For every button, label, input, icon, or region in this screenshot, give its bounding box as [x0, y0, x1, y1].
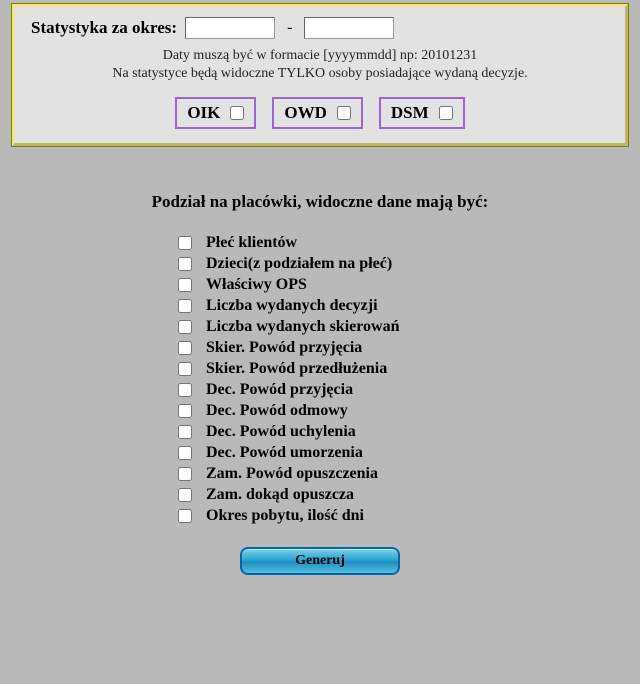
- option-label: Dec. Powód umorzenia: [206, 444, 363, 462]
- option-checkbox[interactable]: [178, 425, 192, 439]
- list-item: Płeć klientów: [178, 234, 640, 252]
- option-checkbox[interactable]: [178, 236, 192, 250]
- list-item: Dec. Powód przyjęcia: [178, 381, 640, 399]
- date-from-input[interactable]: [185, 17, 275, 39]
- generate-wrap: Generuj: [0, 547, 640, 575]
- code-box-dsm[interactable]: DSM: [379, 97, 465, 129]
- list-item: Zam. Powód opuszczenia: [178, 465, 640, 483]
- option-checkbox[interactable]: [178, 278, 192, 292]
- option-label: Płeć klientów: [206, 234, 297, 252]
- list-item: Skier. Powód przyjęcia: [178, 339, 640, 357]
- option-checkbox[interactable]: [178, 488, 192, 502]
- option-checkbox[interactable]: [178, 467, 192, 481]
- option-label: Liczba wydanych decyzji: [206, 297, 378, 315]
- code-box-owd[interactable]: OWD: [272, 97, 363, 129]
- code-box-oik[interactable]: OIK: [175, 97, 256, 129]
- period-row: Statystyka za okres: -: [25, 17, 615, 39]
- period-label: Statystyka za okres:: [25, 18, 177, 38]
- option-label: Dec. Powód przyjęcia: [206, 381, 353, 399]
- period-panel: Statystyka za okres: - Daty muszą być w …: [12, 4, 628, 146]
- option-label: Właściwy OPS: [206, 276, 307, 294]
- option-checkbox[interactable]: [178, 341, 192, 355]
- list-item: Dec. Powód umorzenia: [178, 444, 640, 462]
- option-label: Okres pobytu, ilość dni: [206, 507, 364, 525]
- option-label: Dec. Powód odmowy: [206, 402, 348, 420]
- option-label: Liczba wydanych skierowań: [206, 318, 400, 336]
- options-list: Płeć klientów Dzieci(z podziałem na płeć…: [178, 234, 640, 525]
- list-item: Liczba wydanych skierowań: [178, 318, 640, 336]
- option-label: Zam. Powód opuszczenia: [206, 465, 378, 483]
- code-checkbox-owd[interactable]: [337, 106, 351, 120]
- code-label: OWD: [284, 103, 327, 123]
- option-checkbox[interactable]: [178, 362, 192, 376]
- list-item: Zam. dokąd opuszcza: [178, 486, 640, 504]
- list-item: Dec. Powód odmowy: [178, 402, 640, 420]
- option-label: Skier. Powód przyjęcia: [206, 339, 362, 357]
- hint-line-1: Daty muszą być w formacie [yyyymmdd] np:…: [163, 48, 478, 63]
- date-separator: -: [283, 19, 296, 37]
- list-item: Właściwy OPS: [178, 276, 640, 294]
- option-checkbox[interactable]: [178, 509, 192, 523]
- list-item: Liczba wydanych decyzji: [178, 297, 640, 315]
- option-label: Dzieci(z podziałem na płeć): [206, 255, 392, 273]
- code-label: DSM: [391, 103, 429, 123]
- code-label: OIK: [187, 103, 220, 123]
- list-item: Okres pobytu, ilość dni: [178, 507, 640, 525]
- list-item: Dzieci(z podziałem na płeć): [178, 255, 640, 273]
- date-hint: Daty muszą być w formacie [yyyymmdd] np:…: [25, 47, 615, 83]
- date-to-input[interactable]: [304, 17, 394, 39]
- hint-line-2: Na statystyce będą widoczne TYLKO osoby …: [112, 66, 527, 81]
- generate-button[interactable]: Generuj: [240, 547, 400, 575]
- code-row: OIK OWD DSM: [25, 97, 615, 129]
- section-title: Podział na placówki, widoczne dane mają …: [0, 192, 640, 212]
- code-checkbox-oik[interactable]: [230, 106, 244, 120]
- option-checkbox[interactable]: [178, 446, 192, 460]
- option-label: Skier. Powód przedłużenia: [206, 360, 387, 378]
- list-item: Dec. Powód uchylenia: [178, 423, 640, 441]
- list-item: Skier. Powód przedłużenia: [178, 360, 640, 378]
- option-checkbox[interactable]: [178, 383, 192, 397]
- option-checkbox[interactable]: [178, 404, 192, 418]
- option-checkbox[interactable]: [178, 320, 192, 334]
- option-label: Zam. dokąd opuszcza: [206, 486, 354, 504]
- option-checkbox[interactable]: [178, 257, 192, 271]
- option-label: Dec. Powód uchylenia: [206, 423, 356, 441]
- option-checkbox[interactable]: [178, 299, 192, 313]
- code-checkbox-dsm[interactable]: [439, 106, 453, 120]
